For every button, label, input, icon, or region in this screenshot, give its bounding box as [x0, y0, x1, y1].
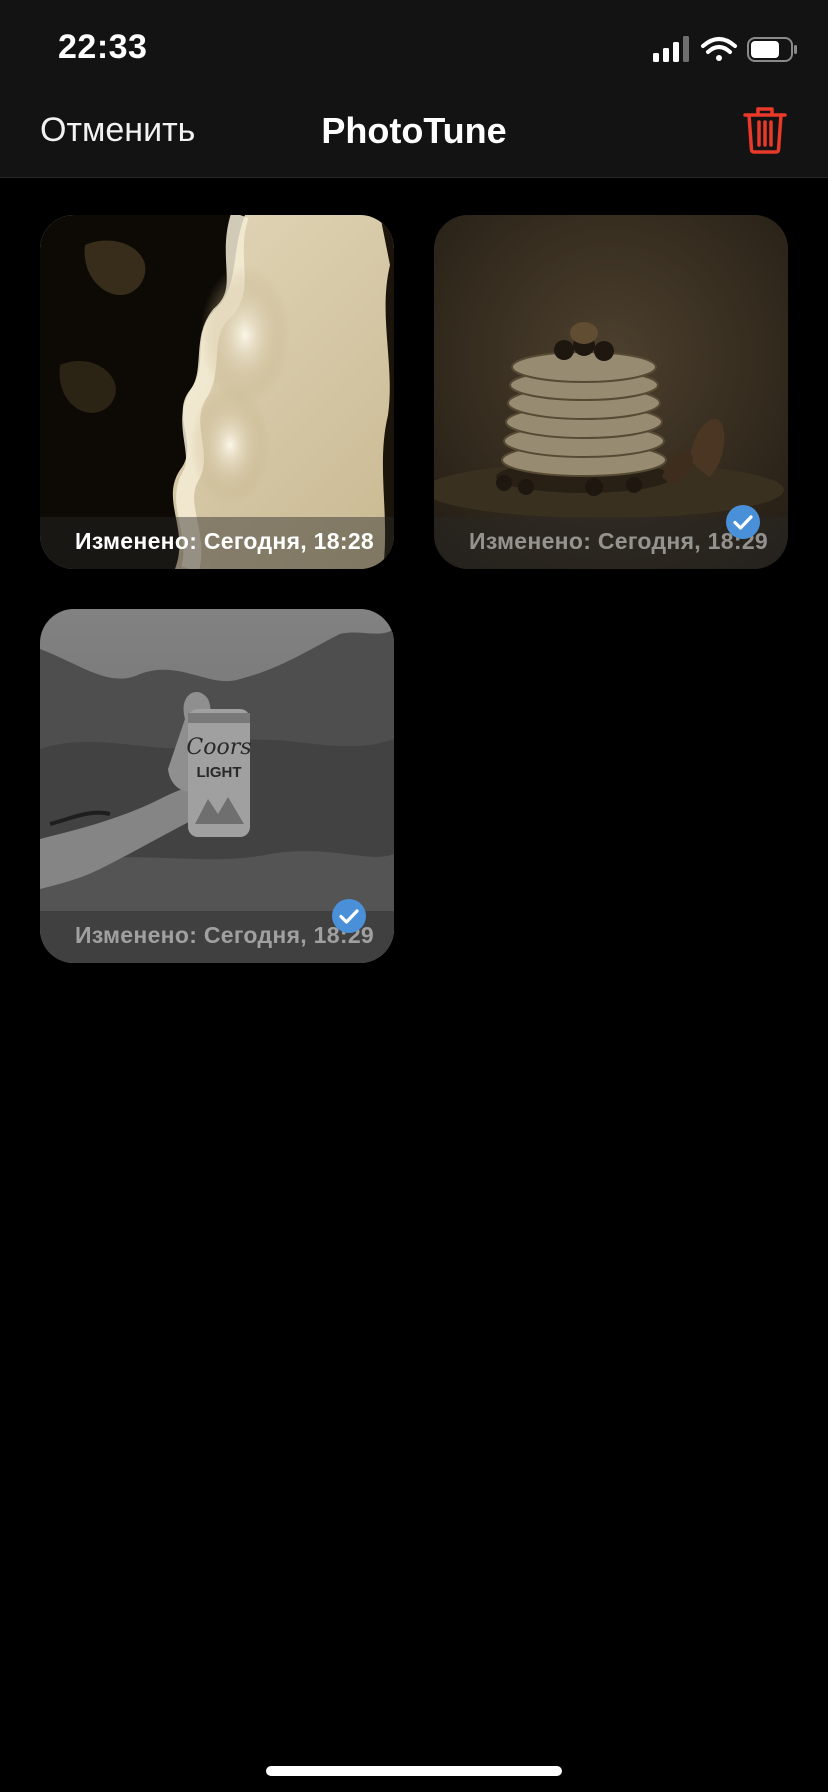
delete-button[interactable]: [742, 104, 788, 154]
cellular-signal-icon: [653, 36, 689, 62]
modified-caption: Изменено: Сегодня, 18:29: [468, 528, 768, 554]
modified-caption: Изменено: Сегодня, 18:29: [74, 922, 374, 948]
photo-card[interactable]: Coors LIGHT Изменено: Сегодня, 18:29: [40, 609, 394, 963]
photo-thumbnail: [40, 215, 394, 569]
status-icons: [653, 36, 798, 64]
page-title: PhotoTune: [321, 110, 507, 151]
battery-icon: [747, 37, 797, 62]
wifi-icon: [701, 37, 737, 61]
status-time: 22:33: [58, 28, 148, 66]
checkmark-icon: [726, 505, 760, 539]
photo-card[interactable]: Изменено: Сегодня, 18:28: [40, 215, 394, 569]
modified-caption: Изменено: Сегодня, 18:28: [74, 528, 374, 554]
top-bar: 22:33 Отменить PhotoTune: [0, 0, 828, 178]
trash-icon: [743, 107, 787, 154]
checkmark-icon: [332, 899, 366, 933]
photo-card[interactable]: Изменено: Сегодня, 18:29: [434, 215, 788, 569]
home-indicator[interactable]: [266, 1766, 562, 1776]
